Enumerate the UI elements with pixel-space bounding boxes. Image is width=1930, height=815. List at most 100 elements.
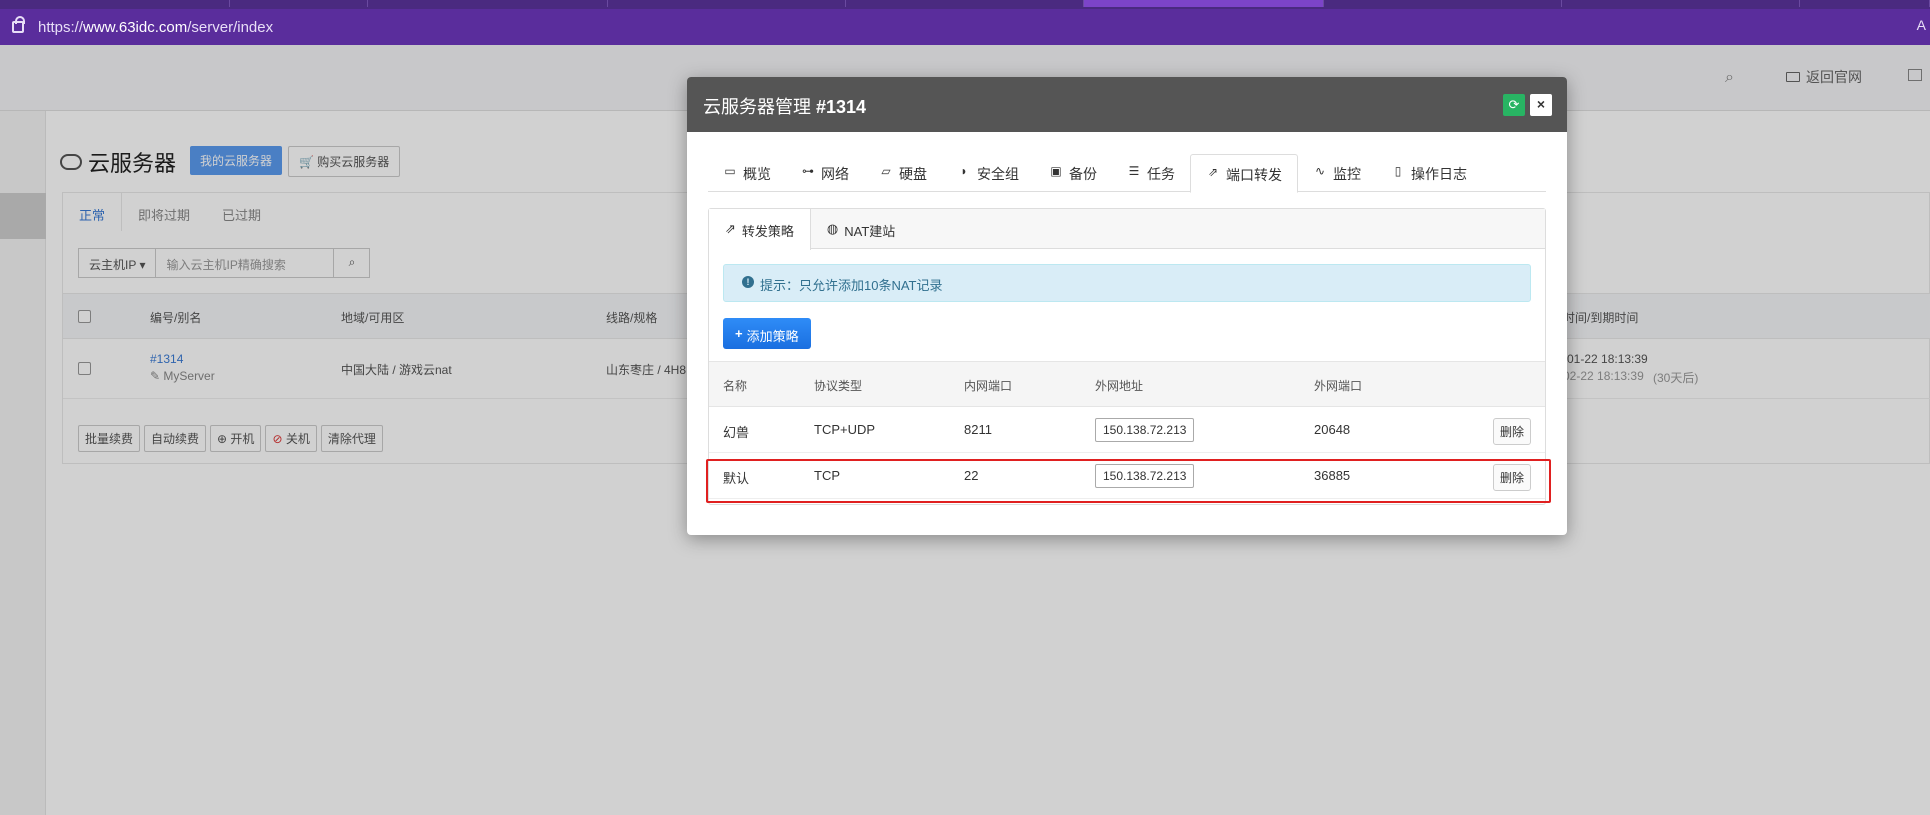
power-on-label: 开机 — [230, 432, 255, 446]
nat-limit-alert: ! 提示：只允许添加10条NAT记录 — [723, 264, 1531, 302]
menu-icon[interactable] — [1908, 69, 1922, 81]
browser-tab-active[interactable] — [1084, 0, 1324, 7]
server-alias[interactable]: ✎ MyServer — [150, 369, 215, 383]
left-sidebar — [0, 111, 46, 815]
tab-disk[interactable]: ▱ 硬盘 — [864, 154, 942, 192]
subtab-nat-site[interactable]: ◍ NAT建站 — [811, 209, 911, 249]
cloud-icon — [60, 154, 82, 170]
power-off-label: 关机 — [285, 432, 310, 446]
floppy-icon: ▣ — [1050, 164, 1062, 178]
back-to-site-link[interactable]: 返回官网 — [1786, 67, 1862, 87]
refresh-icon: ⟳ — [1508, 97, 1520, 112]
bulk-renew-button[interactable]: 批量续费 — [78, 425, 141, 452]
highlight-box — [706, 459, 1551, 503]
back-to-site-label: 返回官网 — [1806, 69, 1862, 85]
rule-external-port: 20648 — [1314, 422, 1351, 437]
browser-tab[interactable] — [0, 0, 230, 7]
tab-backup[interactable]: ▣ 备份 — [1034, 154, 1112, 192]
monitor-icon — [1786, 72, 1800, 82]
tab-port-forwarding[interactable]: ⇗ 端口转发 — [1190, 154, 1298, 193]
table-row: 幻兽 TCP+UDP 8211 150.138.72.213 20648 删除 — [709, 407, 1545, 453]
delete-button[interactable]: 删除 — [1492, 418, 1531, 445]
browser-tab[interactable] — [1324, 0, 1562, 7]
tab-normal[interactable]: 正常 — [63, 193, 123, 231]
ip-filter-select[interactable]: 云主机IP ▾ — [78, 248, 157, 278]
tab-label: 端口转发 — [1226, 167, 1282, 183]
server-created-time: -01-22 18:13:39 — [1563, 352, 1648, 366]
tab-label: 硬盘 — [899, 166, 927, 182]
info-icon: ! — [742, 276, 754, 288]
search-button[interactable]: ⌕ — [334, 248, 371, 278]
tab-network[interactable]: ⊶ 网络 — [786, 154, 864, 192]
row-checkbox[interactable] — [78, 362, 91, 375]
sitemap-icon: ⊶ — [802, 164, 814, 178]
url-text[interactable]: https://www.63idc.com/server/index — [38, 19, 273, 36]
ip-filter-label: 云主机IP — [89, 258, 137, 272]
heartbeat-icon: ∿ — [1314, 164, 1326, 178]
rule-protocol: TCP+UDP — [814, 422, 876, 437]
tab-operation-log[interactable]: ▯ 操作日志 — [1376, 154, 1482, 192]
sidebar-item-active[interactable] — [0, 193, 46, 239]
browser-tab[interactable] — [846, 0, 1084, 7]
add-policy-button[interactable]: + 添加策略 — [723, 318, 811, 349]
globe-icon: ◍ — [826, 221, 839, 236]
col-id-alias: 编号/别名 — [150, 311, 202, 325]
buy-server-button[interactable]: 🛒 购买云服务器 — [288, 146, 401, 177]
tab-expired[interactable]: 已过期 — [206, 193, 277, 231]
server-remaining: (30天后) — [1653, 371, 1699, 385]
browser-tab[interactable] — [1800, 0, 1930, 7]
select-all-checkbox[interactable] — [78, 310, 91, 323]
my-servers-button[interactable]: 我的云服务器 — [190, 146, 283, 175]
server-id-link[interactable]: #1314 — [150, 352, 183, 366]
tab-label: 备份 — [1069, 166, 1097, 182]
col-protocol: 协议类型 — [814, 379, 863, 393]
address-bar[interactable]: https://www.63idc.com/server/index A — [0, 9, 1930, 45]
nat-table-header: 名称 协议类型 内网端口 外网地址 外网端口 — [709, 361, 1545, 407]
tab-expiring[interactable]: 即将过期 — [122, 193, 206, 231]
modal-title: 云服务器管理 #1314 — [703, 93, 866, 119]
tasks-icon: ☰ — [1128, 164, 1140, 178]
subtab-label: NAT建站 — [844, 224, 896, 239]
browser-tab-strip — [0, 0, 1930, 9]
alert-text: 提示：只允许添加10条NAT记录 — [760, 278, 943, 293]
server-expire-time: 02-22 18:13:39 — [1563, 369, 1644, 383]
tab-label: 安全组 — [977, 166, 1019, 182]
search-icon[interactable]: ⌕ — [1725, 69, 1734, 87]
close-button[interactable]: × — [1530, 94, 1552, 116]
auto-renew-button[interactable]: 自动续费 — [144, 425, 207, 452]
lock-icon — [12, 16, 25, 33]
rule-external-ip[interactable]: 150.138.72.213 — [1095, 418, 1195, 442]
page-title: 云服务器 — [60, 146, 176, 178]
tab-overview[interactable]: ▭ 概览 — [708, 154, 786, 192]
subtab-forward-policy[interactable]: ⇗ 转发策略 — [709, 209, 811, 250]
ip-search-input[interactable]: 输入云主机IP精确搜索 — [156, 248, 335, 278]
col-external-ip: 外网地址 — [1095, 379, 1144, 393]
col-time: 时间/到期时间 — [1563, 311, 1639, 325]
col-region: 地域/可用区 — [341, 311, 405, 325]
modal-server-id: #1314 — [816, 97, 867, 117]
external-link-icon: ⇗ — [725, 221, 736, 236]
power-off-button[interactable]: ⊘ 关机 — [265, 425, 317, 452]
refresh-button[interactable]: ⟳ — [1503, 94, 1525, 116]
sub-tabs: ⇗ 转发策略 ◍ NAT建站 — [709, 209, 1545, 250]
tab-monitoring[interactable]: ∿ 监控 — [1298, 154, 1376, 192]
power-on-button[interactable]: ⊕ 开机 — [210, 425, 262, 452]
col-external-port: 外网端口 — [1314, 379, 1363, 393]
tab-tasks[interactable]: ☰ 任务 — [1112, 154, 1190, 192]
browser-tab[interactable] — [368, 0, 608, 7]
browser-tab[interactable] — [230, 0, 368, 7]
filter-bar: 云主机IP ▾ 输入云主机IP精确搜索 ⌕ — [78, 248, 371, 278]
browser-tab[interactable] — [608, 0, 846, 7]
server-region: 中国大陆 / 游戏云nat — [341, 363, 452, 377]
clear-proxy-button[interactable]: 清除代理 — [320, 425, 383, 452]
tab-security-group[interactable]: ◗ 安全组 — [942, 154, 1034, 192]
browser-tab[interactable] — [1562, 0, 1800, 7]
url-prefix: https:// — [38, 18, 84, 36]
hdd-icon: ▱ — [881, 164, 891, 178]
tab-label: 操作日志 — [1411, 166, 1467, 182]
server-line: 山东枣庄 / 4H8 — [606, 363, 687, 377]
rule-internal-port: 8211 — [964, 422, 992, 437]
reader-mode-icon[interactable]: A — [1917, 17, 1926, 33]
tab-label: 网络 — [821, 166, 849, 182]
close-icon: × — [1536, 96, 1546, 112]
